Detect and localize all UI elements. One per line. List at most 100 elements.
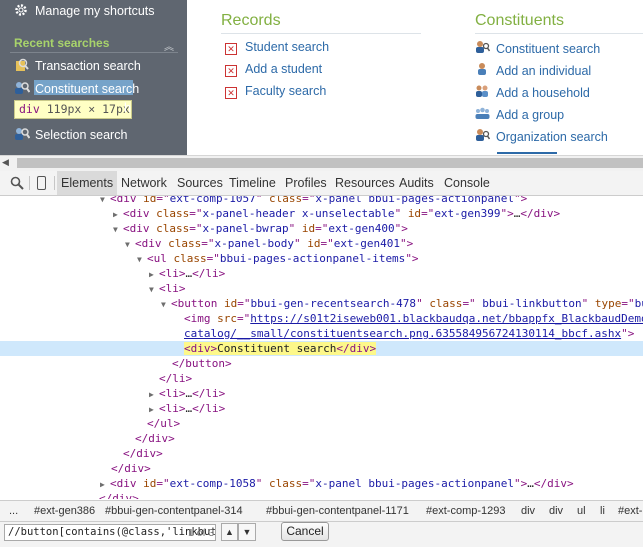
tooltip-size: 119px × 17px: [46, 102, 130, 116]
sidebar: Manage my shortcuts Recent searches ︽ Tr…: [0, 0, 187, 155]
individual-icon: [475, 62, 490, 76]
link-label: Student search: [245, 40, 330, 54]
attr-value: ext-gen400: [328, 222, 395, 235]
dom-line[interactable]: ▶ <li>…</li>: [0, 266, 643, 281]
attr-value: x-panel bbui-pages-actionpanel: [315, 196, 515, 205]
link-label: Add a group: [496, 108, 565, 122]
dom-line[interactable]: </div>: [0, 446, 643, 461]
dom-line[interactable]: ▼ <div class="x-panel-bwrap" id="ext-gen4…: [0, 221, 643, 236]
breadcrumb-item[interactable]: #ext-comp-1293: [426, 505, 506, 517]
constituent-search-link[interactable]: Constituent search: [475, 40, 600, 56]
match-count: 1 of 3: [188, 527, 215, 539]
scrollbar-thumb[interactable]: [17, 158, 643, 168]
add-student-link[interactable]: ✕ Add a student: [225, 62, 322, 77]
faculty-search-link[interactable]: ✕ Faculty search: [225, 84, 326, 99]
breadcrumb-item[interactable]: #bbui-gen-contentpanel-1171: [266, 505, 409, 517]
link-label: Add an individual: [496, 64, 592, 78]
dom-line[interactable]: </button>: [0, 356, 643, 371]
records-title: Records: [221, 12, 281, 29]
dom-line[interactable]: ▼ <li>: [0, 281, 643, 296]
dom-line[interactable]: <img src="https://s01t2iseweb001.blackba…: [0, 311, 643, 326]
manage-shortcuts-label: Manage my shortcuts: [35, 4, 155, 18]
dom-line[interactable]: ▶ <li>…</li>: [0, 386, 643, 401]
recent-constituent-search[interactable]: Constituent search: [14, 81, 139, 96]
dom-line[interactable]: ▼ <ul class="bbui-pages-actionpanel-items…: [0, 251, 643, 266]
dom-line[interactable]: ▼ <div class="x-panel-body" id="ext-gen40…: [0, 236, 643, 251]
attr-value: ext-comp-1058: [169, 477, 256, 490]
breadcrumb: ... #ext-gen386 #bbui-gen-contentpanel-3…: [0, 500, 643, 521]
divider: [54, 176, 55, 190]
collapse-chevron-icon[interactable]: ︽: [164, 38, 174, 53]
dom-line-selected[interactable]: <div>Constituent search</div>: [0, 341, 643, 356]
manage-shortcuts-link[interactable]: Manage my shortcuts: [14, 3, 155, 18]
tab-profiles[interactable]: Profiles: [285, 176, 327, 190]
dom-line[interactable]: </ul>: [0, 416, 643, 431]
scroll-left-arrow-icon[interactable]: ◀: [2, 157, 9, 168]
devtools-toolbar: Elements Network Sources Timeline Profil…: [0, 171, 643, 196]
link-label: Add a student: [245, 62, 323, 76]
breadcrumb-item[interactable]: #ext-gen386: [34, 505, 95, 517]
tab-sources[interactable]: Sources: [177, 176, 223, 190]
dom-tree: ▼ <div id="ext-comp-1057" class="x-panel …: [0, 196, 643, 499]
tab-timeline[interactable]: Timeline: [229, 176, 276, 190]
tab-audits[interactable]: Audits: [399, 176, 434, 190]
dom-line[interactable]: catalog/__small/constituentsearch.png.63…: [0, 326, 643, 341]
organization-search-icon: [475, 128, 491, 142]
dom-line[interactable]: </div>: [0, 431, 643, 446]
divider: [221, 33, 421, 34]
inspect-search-icon[interactable]: [10, 176, 24, 195]
img-src-link[interactable]: https://s01t2iseweb001.blackbaudqa.net/b…: [250, 312, 643, 325]
breadcrumb-item[interactable]: li: [600, 505, 605, 517]
student-search-link[interactable]: ✕ Student search: [225, 40, 329, 55]
dom-line[interactable]: ▼ <button id="bbui-gen-recentsearch-478" …: [0, 296, 643, 311]
recent-item-label: Constituent search: [35, 82, 140, 96]
recent-selection-search[interactable]: Selection search: [14, 127, 127, 142]
attr-value: ext-gen401: [333, 237, 400, 250]
dom-line[interactable]: </div>: [0, 491, 643, 499]
organization-search-link[interactable]: Organization search: [475, 128, 608, 144]
tab-network[interactable]: Network: [121, 176, 167, 190]
link-label: Organization search: [496, 130, 608, 144]
attr-value: x-panel-bwrap: [202, 222, 289, 235]
text-node: Constituent search: [217, 342, 337, 355]
constituents-title: Constituents: [475, 12, 564, 29]
cancel-button[interactable]: Cancel: [281, 522, 329, 541]
divider: [475, 33, 643, 34]
dom-line[interactable]: ▶ <div id="ext-comp-1058" class="x-panel …: [0, 476, 643, 491]
action-panels: Records ✕ Student search ✕ Add a student ✕…: [187, 0, 643, 155]
broken-image-icon: ✕: [225, 65, 237, 77]
broken-image-icon: ✕: [225, 87, 237, 99]
recent-item-label: Transaction search: [35, 59, 141, 73]
dom-line[interactable]: ▶ <div class="x-panel-header x-unselectab…: [0, 206, 643, 221]
previous-match-icon[interactable]: ▲: [221, 523, 238, 541]
next-match-icon[interactable]: ▼: [238, 523, 256, 541]
group-icon: [475, 106, 490, 120]
dom-line[interactable]: </li>: [0, 371, 643, 386]
household-icon: [475, 84, 490, 98]
link-label: Constituent search: [496, 42, 601, 56]
device-mode-icon[interactable]: [37, 176, 46, 190]
add-individual-link[interactable]: Add an individual: [475, 62, 591, 78]
search-input[interactable]: //button[contains(@class,'linkbut: [4, 524, 216, 541]
tab-elements[interactable]: Elements: [57, 171, 118, 195]
tab-console[interactable]: Console: [444, 176, 490, 190]
link-label: Faculty search: [245, 84, 327, 98]
dom-line[interactable]: ▶ <li>…</li>: [0, 401, 643, 416]
dom-line[interactable]: </div>: [0, 461, 643, 476]
breadcrumb-item[interactable]: #ext-: [618, 505, 642, 517]
breadcrumb-item[interactable]: div: [549, 505, 563, 517]
breadcrumb-item[interactable]: ul: [577, 505, 586, 517]
inspect-size-tooltip: div 119px × 17px: [14, 100, 132, 119]
dom-line[interactable]: ▼ <div id="ext-comp-1057" class="x-panel …: [0, 196, 643, 206]
constituent-search-icon: [475, 40, 491, 54]
breadcrumb-item[interactable]: div: [521, 505, 535, 517]
add-group-link[interactable]: Add a group: [475, 106, 564, 122]
divider: [10, 52, 178, 53]
add-household-link[interactable]: Add a household: [475, 84, 590, 100]
breadcrumb-item[interactable]: ...: [9, 505, 18, 517]
img-src-link[interactable]: catalog/__small/constituentsearch.png.63…: [184, 327, 621, 340]
tab-resources[interactable]: Resources: [335, 176, 395, 190]
recent-transaction-search[interactable]: Transaction search: [14, 58, 141, 73]
obscured-label-tail: h: [124, 101, 131, 115]
breadcrumb-item[interactable]: #bbui-gen-contentpanel-314: [105, 505, 243, 517]
